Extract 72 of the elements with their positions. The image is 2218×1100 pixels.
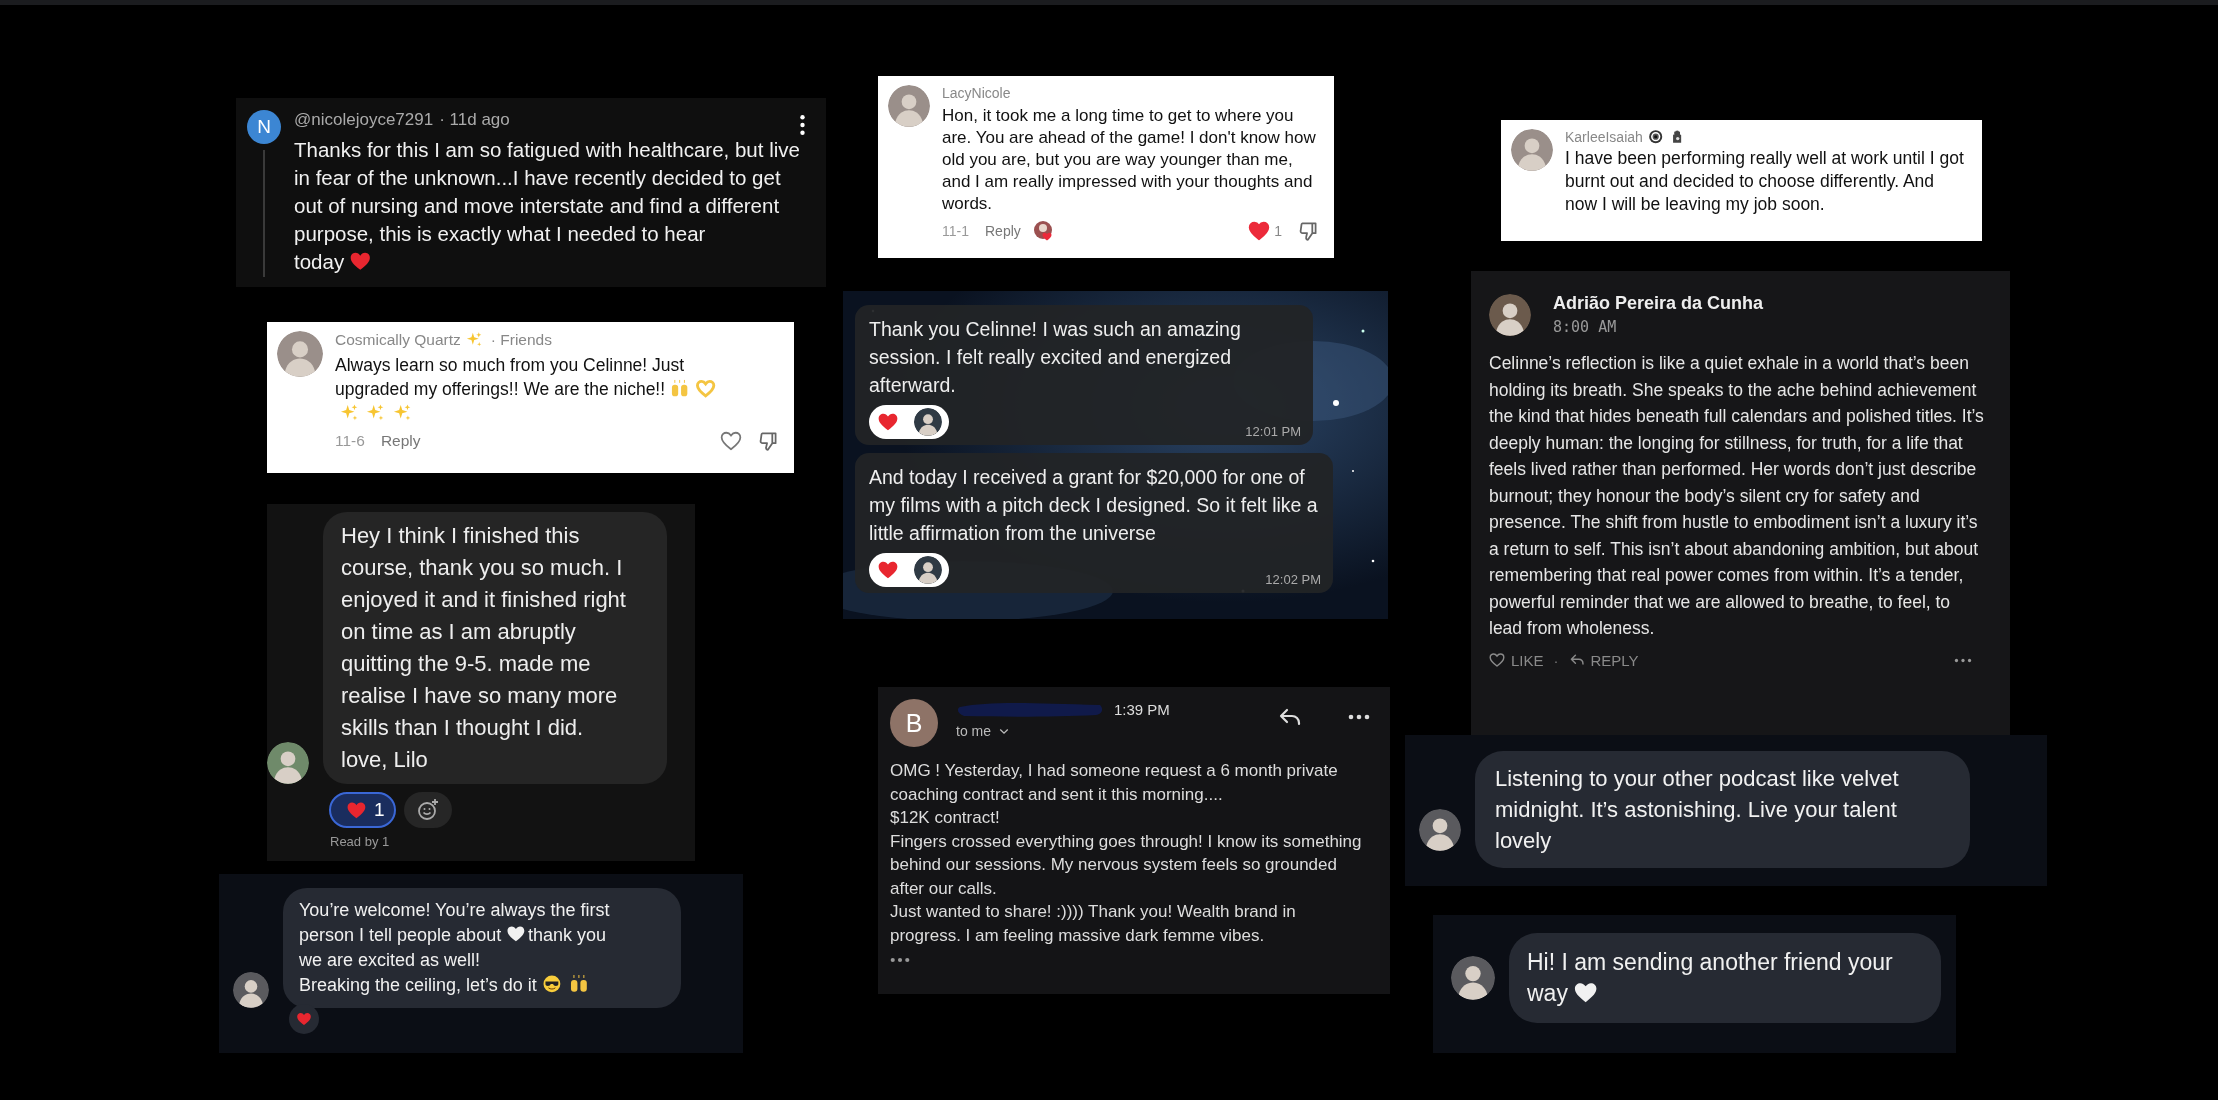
heart-icon — [349, 250, 372, 273]
heart-icon — [1489, 652, 1505, 668]
author-name[interactable]: Adrião Pereira da Cunha — [1553, 293, 1764, 314]
message-text: And today I received a grant for $20,000 for one of my films with a pitch deck I designed. So it felt like a little affirmation from the universe — [869, 465, 1319, 546]
avatar — [1489, 293, 1531, 336]
more-icon[interactable] — [1954, 657, 1972, 663]
comment-text: upgraded my offerings!! We are the niche!! — [335, 379, 666, 400]
message-text: thank you — [527, 925, 606, 945]
separator-dot: · — [1553, 651, 1559, 669]
heart-icon — [876, 559, 899, 581]
sunglasses-face-icon — [541, 974, 562, 995]
message-text: we are excited as well! — [299, 949, 481, 972]
raised-hands-icon — [670, 379, 690, 399]
avatar — [1419, 808, 1461, 851]
avatar — [267, 742, 309, 784]
avatar — [888, 85, 930, 127]
heart-hands-icon — [696, 379, 716, 399]
reply-icon — [1568, 652, 1585, 668]
message-text: Thank you Celinne! I was such an amazing session. I felt really excited and energized afterward. — [869, 317, 1242, 398]
more-icon[interactable] — [1348, 714, 1370, 720]
smiley-plus-icon[interactable] — [416, 798, 441, 822]
heart-icon[interactable] — [720, 430, 742, 453]
heart-icon[interactable] — [1248, 220, 1271, 242]
comment-text: Hon, it took me a long time to get to where you are. You are ahead of the game! I don't know how old you are, but you are way younger than me, and I am really impressed with your thoughts and words. — [942, 105, 1317, 215]
author-name[interactable]: LacyNicole — [942, 85, 1011, 101]
message-text: Hi! I am sending another friend your — [1527, 948, 1893, 977]
post-text: Celinne’s reflection is like a quiet exhale in a world that’s been holding its breath. She speaks to the ache behind achievement the kind that hides beneath full calendars and polished titles. It’s deeply human: the longing for stillness, for truth, for a life that feels lived rather than performed. Her words don’t just describe burnout; they honour the body’s silent cry for safety and presence. The shift from hustle to embodiment isn’t a luxury it’s a return to self. This isn’t about abandoning ambition, but about remembering that real power comes from within. It’s a tender, powerful reminder that we are allowed to breathe, to feel, to lead from wholeness. — [1489, 352, 1985, 640]
avatar — [1511, 129, 1553, 171]
message-bubble: Listening to your other podcast like velvet midnight. It’s astonishing. Live your talent lovely — [1475, 751, 1970, 868]
message-text: You’re welcome! You’re always the first — [299, 899, 610, 922]
comment-text: I have been performing really well at work until I got burnt out and decided to choose differently. And now I will be leaving my job soon. — [1565, 147, 1965, 216]
avatar: N — [247, 110, 281, 144]
comment-date: 11-1 — [942, 223, 969, 239]
reaction-button[interactable]: 1 — [329, 792, 397, 828]
comment-date: 11-6 — [335, 432, 365, 451]
avatar — [233, 972, 269, 1008]
reply-button[interactable]: REPLY — [1568, 651, 1639, 669]
timestamp: 12:02 PM — [1265, 572, 1321, 587]
heart-icon — [876, 411, 899, 433]
like-count: 1 — [1274, 223, 1282, 239]
author-name[interactable]: @nicolejoyce7291 — [294, 110, 434, 130]
read-receipt: Read by 1 — [330, 834, 391, 849]
avatar — [913, 556, 942, 584]
timestamp: 8:00 AM — [1553, 318, 1618, 336]
recipient-label: to me — [956, 723, 991, 739]
message-text: person I tell people about — [299, 925, 502, 945]
reply-link[interactable]: Reply — [380, 432, 421, 451]
like-button[interactable]: LIKE — [1489, 651, 1544, 669]
message-text: way — [1527, 980, 1568, 1006]
avatar — [277, 331, 323, 377]
more-icon[interactable] — [890, 957, 910, 963]
eye-bead-icon — [1647, 129, 1664, 145]
avatar — [913, 408, 942, 436]
author-name[interactable]: Cosmically Quartz — [335, 331, 461, 349]
avatar: B — [890, 699, 938, 747]
message-text: Breaking the ceiling, let’s do it — [299, 975, 537, 995]
reply-icon[interactable] — [1278, 707, 1302, 727]
message-bubble: Hey I think I finished this course, thank you so much. I enjoyed it and it finished right on time as I am abruptly quitting the 9-5. made me realise I have so many more skills than I thought I did. love, Lilo — [323, 512, 667, 784]
timestamp: 12:01 PM — [1245, 424, 1301, 439]
add-reaction-button[interactable] — [404, 792, 453, 828]
reply-link[interactable]: Reply — [985, 223, 1021, 239]
friend-label: · Friends — [490, 331, 552, 350]
author-name[interactable]: KarleeIsaiah — [1565, 129, 1643, 145]
comment-text: today — [294, 250, 345, 273]
chevron-icon[interactable] — [999, 727, 1009, 735]
raised-hands-icon — [568, 974, 589, 995]
timestamp: 1:39 PM — [1114, 700, 1170, 718]
avatar — [1451, 956, 1495, 1000]
email-text: OMG ! Yesterday, I had someone request a 6 month private coaching contract and sent it this morning.... $12K contract! Fingers crossed everything goes through! I know its something behind our sessions. My nervous system feels so grounded after our calls. Just wanted to share! :)))) Thank you! Wealth brand in progress. I am feeling massive dark femme vibes. — [890, 760, 1363, 947]
more-icon[interactable] — [799, 114, 806, 136]
timestamp: · 11d ago — [439, 110, 510, 130]
comment-text: Always learn so much from you Celinne! Just — [335, 354, 685, 378]
